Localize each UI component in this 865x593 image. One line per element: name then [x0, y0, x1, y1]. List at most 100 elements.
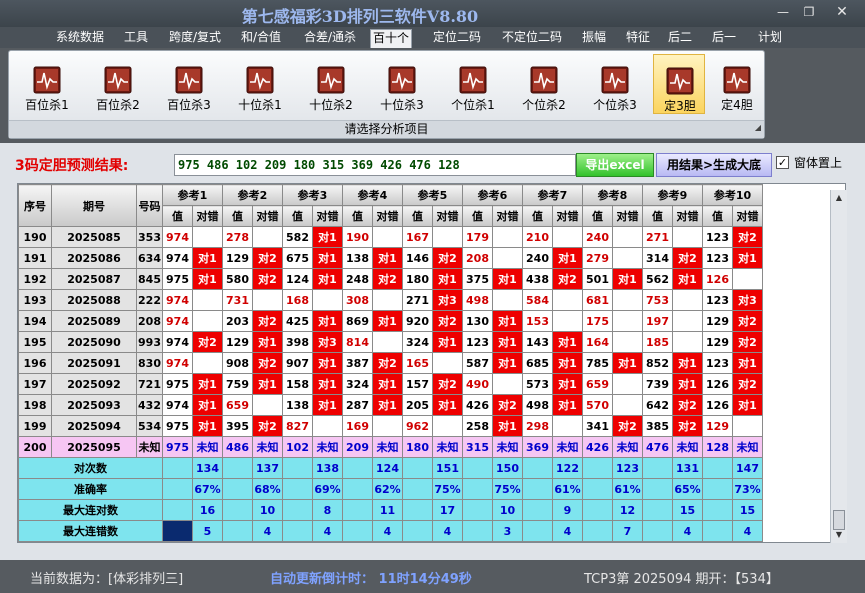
stats-row: 最大连错数 5 4 4 4 4 3 4 7 4 4 [18, 520, 763, 542]
ref-hit-cell [492, 247, 523, 269]
ref-value-cell: 271 [402, 289, 433, 311]
ref-value-cell: 852 [642, 352, 673, 374]
app-title: 第七感福彩3D排列三软件V8.80 [241, 7, 479, 26]
stats-value: 69% [312, 478, 343, 500]
vertical-scrollbar[interactable]: ▲ ▼ [830, 190, 847, 543]
ref-hit-cell: 对1 [552, 373, 583, 395]
menu-tab[interactable]: 百十个 [370, 29, 412, 48]
value-subheader: 值 [282, 205, 313, 227]
menu-bar: 系统数据 工具 跨度/复式 和/合值 合差/通杀 百十个 定位二码 不定位二码 振幅 特征 后二 后一… [0, 27, 865, 48]
expand-corner-icon[interactable]: ◢ [755, 119, 761, 136]
prediction-row[interactable]: 200 2025095 未知 975 未知 486 未知 102 未知 209 未知 180 未知 315… [18, 436, 763, 458]
ref-hit-cell: 对1 [372, 373, 403, 395]
stats-value: 10 [492, 499, 523, 521]
ribbon-button[interactable]: 十位杀3 [369, 54, 435, 114]
prediction-table-container: 序号 期号 号码 参考1 参考2 参考3 参考4 参考5 参考6 参考7 参考8 参考9 参考10 值对错… [17, 183, 846, 543]
arrow-up-icon[interactable]: ▲ [831, 190, 847, 206]
export-excel-button[interactable]: 导出excel [576, 153, 654, 177]
ref-value-cell: 130 [462, 310, 493, 332]
table-row[interactable]: 194 2025089 208 974 203 对2 425 对1 869 对1 920 对2 130 对… [18, 310, 763, 332]
stats-spacer-cell [402, 478, 433, 500]
number-cell: 534 [136, 415, 163, 437]
generate-base-button[interactable]: 用结果>生成大底 [656, 153, 772, 177]
hit-subheader: 对错 [252, 205, 283, 227]
number-cell: 634 [136, 247, 163, 269]
pred-unknown-cell: 未知 [252, 436, 283, 458]
ref-hit-cell: 对2 [732, 373, 763, 395]
ref-hit-cell [552, 310, 583, 332]
restore-button[interactable]: ❐ [797, 4, 821, 20]
ref-hit-cell [192, 289, 223, 311]
ref-value-cell: 180 [402, 268, 433, 290]
pred-value-cell: 209 [342, 436, 373, 458]
stats-value: 11 [372, 499, 403, 521]
ref-hit-cell: 对1 [672, 268, 703, 290]
stats-spacer-cell [222, 478, 253, 500]
minimize-button[interactable]: — [771, 4, 795, 20]
ref-hit-cell: 对1 [612, 268, 643, 290]
ribbon-button[interactable]: 个位杀3 [582, 54, 648, 114]
ribbon-button[interactable]: 定3胆 [653, 54, 705, 114]
ref-hit-cell [612, 331, 643, 353]
ribbon-button[interactable]: 十位杀2 [298, 54, 364, 114]
ref-value-cell: 203 [222, 310, 253, 332]
stats-value: 61% [552, 478, 583, 500]
table-row[interactable]: 190 2025085 353 974 278 582 对1 190 167 179 210 240 2… [18, 226, 763, 248]
chart-icon [388, 66, 416, 94]
value-subheader: 值 [522, 205, 553, 227]
ref-value-cell: 157 [402, 373, 433, 395]
current-data-text: 当前数据为：[体彩排列三] [30, 572, 184, 587]
ribbon-button[interactable]: 个位杀2 [511, 54, 577, 114]
stats-value: 4 [312, 520, 343, 542]
ribbon-button[interactable]: 百位杀1 [14, 54, 80, 114]
ref-value-cell: 573 [522, 373, 553, 395]
stats-spacer-cell [402, 499, 433, 521]
table-row[interactable]: 197 2025092 721 975 对1 759 对1 158 对1 324 对1 157 对2 49… [18, 373, 763, 395]
menu-tab[interactable]: 计划 [752, 29, 788, 48]
menu-tab[interactable]: 振幅 [576, 29, 612, 48]
table-row[interactable]: 199 2025094 534 975 对1 395 对2 827 169 962 258 对1 298… [18, 415, 763, 437]
table-row[interactable]: 191 2025086 634 974 对1 129 对2 675 对1 138 对1 146 对2 20… [18, 247, 763, 269]
stats-value: 122 [552, 457, 583, 479]
value-subheader: 值 [642, 205, 673, 227]
ribbon-button[interactable]: 定4胆 [711, 54, 763, 114]
ribbon-button[interactable]: 百位杀3 [156, 54, 222, 114]
ribbon-footer: 请选择分析项目 ◢ [9, 120, 764, 138]
ref-hit-cell: 对1 [312, 226, 343, 248]
table-row[interactable]: 195 2025090 993 974 对2 129 对1 398 对3 814 324 对1 123 对… [18, 331, 763, 353]
menu-tab[interactable]: 合差/通杀 [298, 29, 362, 48]
table-row[interactable]: 196 2025091 830 974 908 对2 907 对1 387 对2 165 587 对1 6… [18, 352, 763, 374]
menu-tab[interactable]: 跨度/复式 [161, 29, 229, 48]
menu-tab[interactable]: 不定位二码 [494, 29, 570, 48]
ref-value-cell: 974 [162, 289, 193, 311]
ribbon-button[interactable]: 百位杀2 [85, 54, 151, 114]
ref-value-cell: 731 [222, 289, 253, 311]
table-row[interactable]: 198 2025093 432 974 对1 659 138 对1 287 对1 205 对1 426 对… [18, 394, 763, 416]
arrow-down-icon[interactable]: ▼ [831, 527, 847, 543]
stats-value: 131 [672, 457, 703, 479]
ref-hit-cell [612, 394, 643, 416]
menu-tab[interactable]: 定位二码 [426, 29, 488, 48]
menu-tab[interactable]: 工具 [118, 29, 154, 48]
menu-tab[interactable]: 和/合值 [236, 29, 286, 48]
menu-tab[interactable]: 特征 [620, 29, 656, 48]
ref-header: 参考10 [702, 184, 763, 206]
menu-tab[interactable]: 后二 [662, 29, 698, 48]
menu-tab[interactable]: 系统数据 [50, 29, 110, 48]
table-row[interactable]: 193 2025088 222 974 731 168 308 271 对3 498 584 681 7… [18, 289, 763, 311]
stats-spacer-cell [342, 520, 373, 542]
pred-unknown-cell: 未知 [312, 436, 343, 458]
ribbon-button[interactable]: 十位杀1 [227, 54, 293, 114]
ref-value-cell: 124 [282, 268, 313, 290]
ref-hit-cell: 对3 [432, 289, 463, 311]
period-cell: 2025085 [51, 226, 137, 248]
ribbon-button[interactable]: 个位杀1 [440, 54, 506, 114]
result-output-field[interactable]: 975 486 102 209 180 315 369 426 476 128 [174, 154, 576, 176]
ref-hit-cell [612, 373, 643, 395]
menu-tab[interactable]: 后一 [706, 29, 742, 48]
close-button[interactable]: ✕ [830, 4, 854, 20]
stay-on-top-checkbox[interactable]: ✓ [776, 156, 789, 169]
table-row[interactable]: 192 2025087 845 975 对1 580 对2 124 对1 248 对2 180 对1 37… [18, 268, 763, 290]
ref-value-cell: 167 [402, 226, 433, 248]
ref-hit-cell: 对2 [432, 247, 463, 269]
